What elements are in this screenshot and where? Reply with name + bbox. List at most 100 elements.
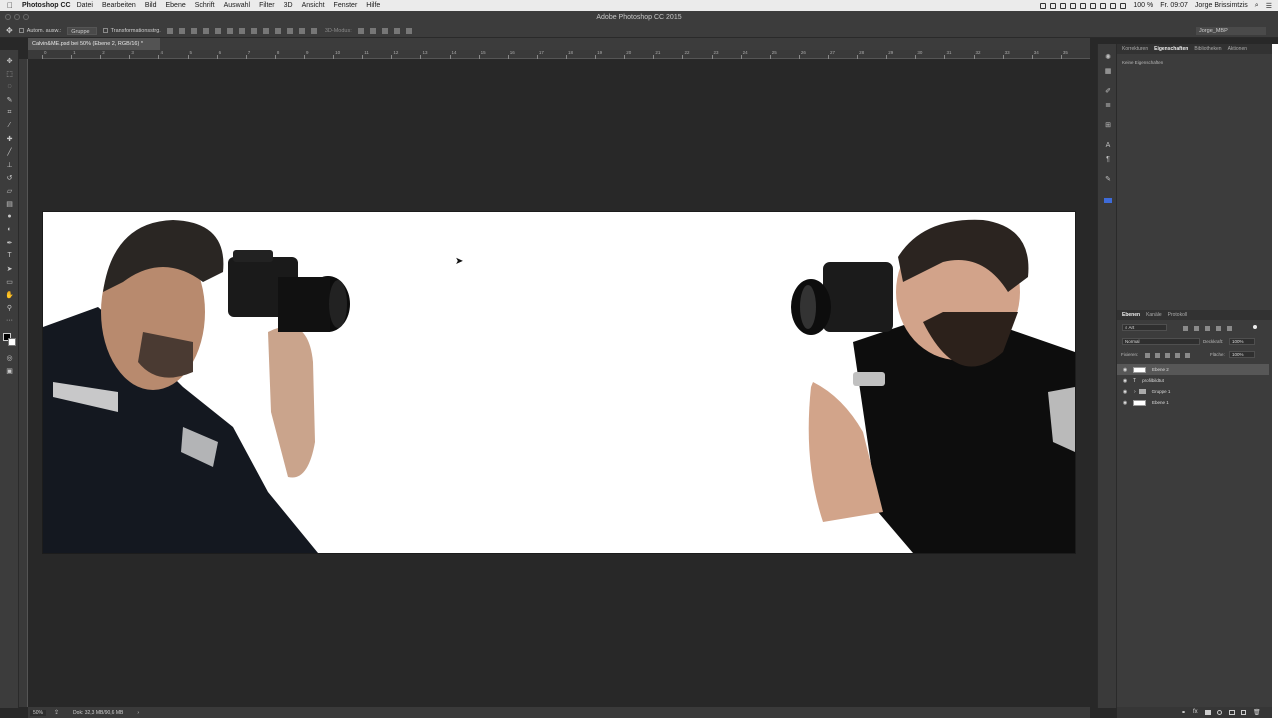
layer-thumbnail[interactable]: [1133, 366, 1146, 373]
lock-image-icon[interactable]: [1155, 353, 1160, 358]
zoom-level[interactable]: 50%: [30, 709, 47, 716]
battery-status[interactable]: 100 %: [1133, 2, 1153, 9]
blur-tool-icon[interactable]: ●: [4, 212, 15, 221]
quick-selection-tool-icon[interactable]: ✎: [4, 95, 15, 104]
add-mask-icon[interactable]: [1205, 710, 1211, 715]
menu-hilfe[interactable]: Hilfe: [366, 2, 380, 9]
tab-bibliotheken[interactable]: Bibliotheken: [1194, 46, 1221, 52]
menu-bearbeiten[interactable]: Bearbeiten: [102, 2, 136, 9]
lock-artboard-icon[interactable]: [1175, 353, 1180, 358]
layer-comps-icon[interactable]: ≣: [1104, 102, 1112, 109]
horizontal-ruler[interactable]: 0 1 2 3 4 5 6 7 8 9 10 11 12 13 14 15 16 17 18 19 20 21 22 23 24…: [42, 50, 1090, 59]
document-tab[interactable]: Calvin&ME.psd bei 50% (Ebene 2, RGB/16) …: [28, 38, 160, 50]
tab-protokoll[interactable]: Protokoll: [1168, 312, 1187, 318]
menu-ebene[interactable]: Ebene: [166, 2, 186, 9]
document-image[interactable]: [43, 212, 1075, 553]
pen-tool-icon[interactable]: ✒: [4, 238, 15, 247]
brush-settings-icon[interactable]: ⊞: [1104, 122, 1112, 129]
menu-schrift[interactable]: Schrift: [195, 2, 215, 9]
tab-aktionen[interactable]: Aktionen: [1228, 46, 1247, 52]
visibility-eye-icon[interactable]: ◉: [1122, 367, 1128, 373]
rectangle-tool-icon[interactable]: ▭: [4, 277, 15, 286]
align-vcenter-icon[interactable]: [178, 27, 185, 34]
3d-roll-icon[interactable]: [369, 27, 376, 34]
tab-ebenen[interactable]: Ebenen: [1122, 312, 1140, 318]
hand-tool-icon[interactable]: ✋: [4, 290, 15, 299]
blend-mode-dropdown[interactable]: Normal: [1122, 338, 1200, 345]
layer-filter-kind-dropdown[interactable]: ⌕ Art: [1122, 324, 1167, 331]
3d-orbit-icon[interactable]: [357, 27, 364, 34]
filter-adjustment-icon[interactable]: [1194, 326, 1199, 331]
layer-style-icon[interactable]: fx: [1193, 709, 1198, 715]
layer-name[interactable]: Ebene 1: [1152, 400, 1169, 405]
link-layers-icon[interactable]: ⚭: [1181, 709, 1186, 716]
quick-mask-icon[interactable]: ◎: [4, 353, 15, 362]
user-name[interactable]: Jorge Brissimtzis: [1195, 2, 1248, 9]
tab-eigenschaften[interactable]: Eigenschaften: [1154, 46, 1188, 52]
distribute-bottom-icon[interactable]: [262, 27, 269, 34]
align-hcenter-icon[interactable]: [214, 27, 221, 34]
vertical-ruler[interactable]: [19, 59, 28, 707]
move-tool-preset[interactable]: ✥: [6, 26, 13, 35]
align-top-icon[interactable]: [166, 27, 173, 34]
lock-transparent-icon[interactable]: [1145, 353, 1150, 358]
tab-korrekturen[interactable]: Korrekturen: [1122, 46, 1148, 52]
type-tool-icon[interactable]: T: [4, 251, 15, 260]
lasso-tool-icon[interactable]: ◌: [4, 82, 15, 91]
workspace-switcher[interactable]: Jorge_MBP: [1196, 27, 1266, 35]
tray-icon[interactable]: [1040, 2, 1047, 9]
fill-input[interactable]: 100%: [1229, 351, 1255, 358]
tool-presets-icon[interactable]: ✐: [1104, 88, 1112, 95]
menu-3d[interactable]: 3D: [284, 2, 293, 9]
new-layer-icon[interactable]: [1241, 710, 1246, 715]
tray-icon[interactable]: [1070, 2, 1077, 9]
status-menu-arrow-icon[interactable]: ›: [137, 710, 139, 716]
filter-pixel-icon[interactable]: [1183, 326, 1188, 331]
menu-app-name[interactable]: Photoshop CC: [22, 2, 71, 9]
eraser-tool-icon[interactable]: ▱: [4, 186, 15, 195]
layer-row[interactable]: ◉ Ebene 2: [1117, 364, 1269, 375]
menu-auswahl[interactable]: Auswahl: [224, 2, 250, 9]
3d-slide-icon[interactable]: [393, 27, 400, 34]
brush-tool-icon[interactable]: ╱: [4, 147, 15, 156]
layer-row[interactable]: ◉ T profilbildtut: [1117, 375, 1269, 386]
character-panel-icon[interactable]: A: [1104, 142, 1112, 149]
opacity-input[interactable]: 100%: [1229, 338, 1255, 345]
close-window-button[interactable]: [5, 14, 11, 20]
visibility-eye-icon[interactable]: ◉: [1122, 378, 1128, 384]
adjustment-layer-icon[interactable]: [1217, 710, 1222, 715]
distribute-hcenter-icon[interactable]: [286, 27, 293, 34]
wifi-icon[interactable]: [1120, 2, 1127, 9]
auto-select-checkbox[interactable]: [18, 28, 24, 33]
tray-icon[interactable]: [1060, 2, 1067, 9]
menu-ansicht[interactable]: Ansicht: [302, 2, 325, 9]
screen-mode-icon[interactable]: ▣: [4, 366, 15, 375]
filter-type-icon[interactable]: [1205, 326, 1210, 331]
gradient-tool-icon[interactable]: ▤: [4, 199, 15, 208]
menu-list-icon[interactable]: ☰: [1266, 2, 1272, 10]
delete-layer-icon[interactable]: 🗑: [1253, 709, 1261, 716]
auto-align-icon[interactable]: [310, 27, 317, 34]
clock[interactable]: Fr. 09:07: [1160, 2, 1188, 9]
move-tool-icon[interactable]: ✥: [4, 56, 15, 65]
layer-thumbnail[interactable]: [1133, 399, 1146, 406]
filter-shape-icon[interactable]: [1216, 326, 1221, 331]
tray-icon[interactable]: [1090, 2, 1097, 9]
tray-icon[interactable]: [1050, 2, 1057, 9]
distribute-top-icon[interactable]: [238, 27, 245, 34]
layer-row[interactable]: ◉ Ebene 1: [1117, 397, 1269, 408]
3d-pan-icon[interactable]: [381, 27, 388, 34]
adjustments-panel-icon[interactable]: ✺: [1104, 54, 1112, 61]
menu-fenster[interactable]: Fenster: [334, 2, 358, 9]
history-brush-tool-icon[interactable]: ↺: [4, 173, 15, 182]
distribute-left-icon[interactable]: [274, 27, 281, 34]
visibility-eye-icon[interactable]: ◉: [1122, 389, 1128, 395]
distribute-right-icon[interactable]: [298, 27, 305, 34]
clone-stamp-tool-icon[interactable]: ⊥: [4, 160, 15, 169]
properties-panel-icon[interactable]: ▦: [1104, 68, 1112, 75]
lock-position-icon[interactable]: [1165, 353, 1170, 358]
align-right-icon[interactable]: [226, 27, 233, 34]
layer-name[interactable]: profilbildtut: [1142, 378, 1164, 383]
lock-all-icon[interactable]: [1185, 353, 1190, 358]
tray-icon[interactable]: [1100, 2, 1107, 9]
